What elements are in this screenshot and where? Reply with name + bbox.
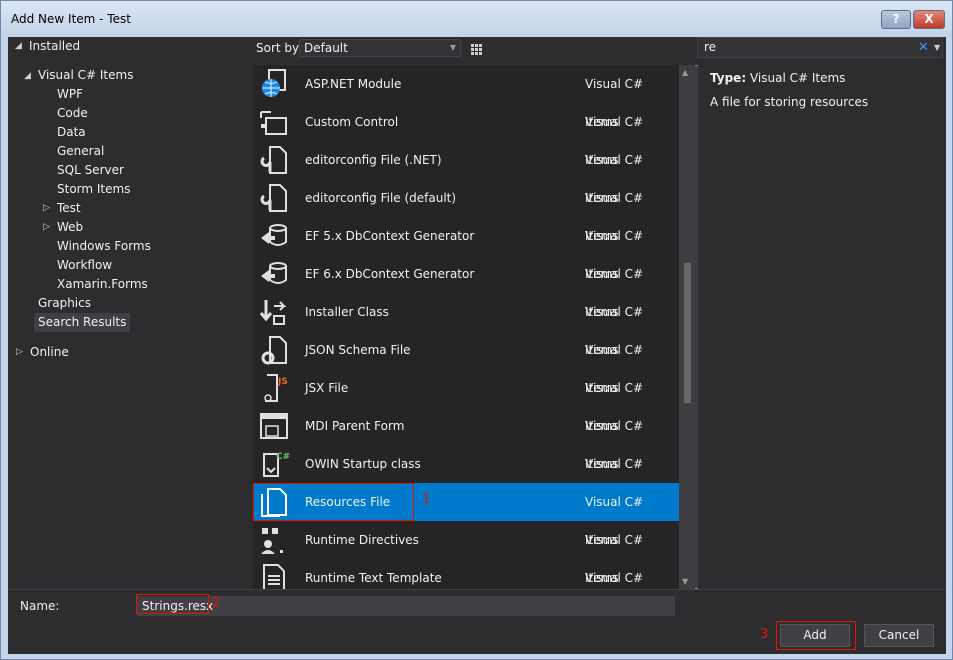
add-new-item-dialog: Add New Item - Test ? X ◢ Installed ◢ Vi… <box>0 0 953 660</box>
globe-icon <box>262 69 286 97</box>
list-item[interactable]: ASP.NET Module Visual C# Items <box>253 65 679 129</box>
type-value: Visual C# Items <box>749 71 846 85</box>
tree-item-general[interactable]: General <box>57 142 104 161</box>
json-schema-icon <box>261 336 287 365</box>
list-item[interactable]: Runtime Directives Visual C# Items <box>253 521 679 585</box>
list-item[interactable]: JS JSX File Visual C# Items <box>253 369 679 433</box>
list-item[interactable]: C# OWIN Startup class Visual C# Items <box>253 445 679 509</box>
sort-by-label: Sort by: <box>256 41 303 55</box>
item-name: EF 5.x DbContext Generator <box>305 229 475 243</box>
list-item[interactable]: editorconfig File (default) Visual C# It… <box>253 179 679 243</box>
tree-installed[interactable]: Installed <box>29 37 80 56</box>
item-name: JSON Schema File <box>305 343 411 357</box>
tree-item-graphics[interactable]: Graphics <box>38 294 91 313</box>
scroll-up-icon[interactable]: ▲ <box>682 68 688 77</box>
description-text: A file for storing resources <box>710 95 869 109</box>
item-name: EF 6.x DbContext Generator <box>305 267 475 281</box>
ef-generator-icon <box>261 262 287 284</box>
item-category: Visual C# Items <box>585 571 644 585</box>
list-item[interactable]: JSON Schema File Visual C# Items <box>253 331 679 395</box>
svg-text:C#: C# <box>276 452 290 462</box>
chevron-down-icon: ▼ <box>449 43 456 52</box>
list-item[interactable]: Installer Class Visual C# Items <box>253 293 679 357</box>
ef-generator-icon <box>261 224 287 246</box>
item-name: Custom Control <box>305 115 399 129</box>
list-item[interactable]: Runtime Text Template Visual C# Items <box>253 559 679 589</box>
template-tree: ◢ Installed ◢ Visual C# Items WPF Code D… <box>8 37 250 589</box>
tree-item-sql-server[interactable]: SQL Server <box>57 161 124 180</box>
expand-arrow-icon[interactable]: ▷ <box>43 222 50 232</box>
dialog-body: ◢ Installed ◢ Visual C# Items WPF Code D… <box>8 37 946 654</box>
collapse-arrow-icon[interactable]: ◢ <box>15 41 22 51</box>
item-name: editorconfig File (default) <box>305 191 457 205</box>
runtime-directives-icon <box>261 528 283 554</box>
annotation-number-1: 1 <box>422 492 431 507</box>
annotation-box-1 <box>253 483 414 521</box>
grid-view-button[interactable] <box>464 38 486 60</box>
grid-view-icon <box>471 44 482 55</box>
scroll-down-icon[interactable]: ▼ <box>682 577 688 586</box>
item-name: Installer Class <box>305 305 389 319</box>
tree-item-data[interactable]: Data <box>57 123 86 142</box>
tree-visual-csharp-items[interactable]: Visual C# Items <box>38 66 133 85</box>
tree-item-workflow[interactable]: Workflow <box>57 256 112 275</box>
item-name: Runtime Directives <box>305 533 419 547</box>
list-item[interactable]: EF 5.x DbContext Generator Visual C# Ite… <box>253 217 679 281</box>
search-input-value: re <box>704 40 717 54</box>
list-item[interactable]: Custom Control Visual C# Items <box>253 103 679 167</box>
type-label: Type: <box>710 71 747 85</box>
tree-item-xamarin-forms[interactable]: Xamarin.Forms <box>57 275 148 294</box>
tree-item-storm-items[interactable]: Storm Items <box>57 180 130 199</box>
owin-icon: C# <box>263 452 290 477</box>
item-name: MDI Parent Form <box>305 419 405 433</box>
custom-control-icon <box>260 111 287 135</box>
item-name: ASP.NET Module <box>305 77 402 91</box>
chevron-down-icon[interactable]: ▼ <box>934 38 940 57</box>
item-template-list: ASP.NET Module Visual C# Items Custom Co… <box>253 65 695 589</box>
help-button[interactable]: ? <box>881 10 911 29</box>
tree-item-windows-forms[interactable]: Windows Forms <box>57 237 151 256</box>
clear-search-icon[interactable]: ✕ <box>918 38 929 57</box>
annotation-number-2: 2 <box>212 596 221 611</box>
sort-by-dropdown[interactable]: Default ▼ <box>299 39 461 57</box>
description-type: Type: Visual C# Items <box>710 71 845 85</box>
list-item[interactable]: editorconfig File (.NET) Visual C# Items <box>253 141 679 205</box>
collapse-arrow-icon[interactable]: ◢ <box>24 71 31 81</box>
wrench-file-icon <box>260 146 287 174</box>
item-name: editorconfig File (.NET) <box>305 153 442 167</box>
tree-item-code[interactable]: Code <box>57 104 88 123</box>
title-bar: Add New Item - Test ? X <box>1 1 952 37</box>
text-template-icon <box>263 564 285 589</box>
svg-text:JS: JS <box>277 377 288 387</box>
wrench-file-icon <box>260 184 287 212</box>
annotation-box-2 <box>136 594 209 614</box>
item-name: Runtime Text Template <box>305 571 442 585</box>
search-input[interactable]: re ✕ ▼ <box>697 37 943 58</box>
dialog-title: Add New Item - Test <box>11 12 131 26</box>
cancel-button[interactable]: Cancel <box>864 624 934 647</box>
sort-by-value: Default <box>304 41 348 55</box>
list-scrollbar[interactable]: ▲ ▼ <box>679 65 695 589</box>
expand-arrow-icon[interactable]: ▷ <box>16 347 23 357</box>
tree-item-test[interactable]: Test <box>57 199 81 218</box>
jsx-file-icon: JS <box>264 374 288 402</box>
installer-icon <box>259 300 287 325</box>
name-label: Name: <box>20 599 60 613</box>
tree-online[interactable]: Online <box>30 343 69 362</box>
close-button[interactable]: X <box>913 10 945 29</box>
scrollbar-thumb[interactable] <box>684 263 691 403</box>
list-item[interactable]: MDI Parent Form Visual C# Items <box>253 407 679 471</box>
annotation-number-3: 3 <box>760 627 769 642</box>
name-bar: Name: Strings.resx 2 3 Add Cancel <box>8 589 946 654</box>
description-pane: Type: Visual C# Items A file for storing… <box>698 65 946 589</box>
add-button[interactable]: Add <box>780 624 850 647</box>
list-item[interactable]: EF 6.x DbContext Generator Visual C# Ite… <box>253 255 679 319</box>
item-name: JSX File <box>305 381 349 395</box>
tree-item-wpf[interactable]: WPF <box>57 85 83 104</box>
form-icon <box>260 413 288 439</box>
tree-item-web[interactable]: Web <box>57 218 83 237</box>
expand-arrow-icon[interactable]: ▷ <box>43 203 50 213</box>
tree-item-search-results[interactable]: Search Results <box>34 313 131 332</box>
item-name: OWIN Startup class <box>305 457 421 471</box>
